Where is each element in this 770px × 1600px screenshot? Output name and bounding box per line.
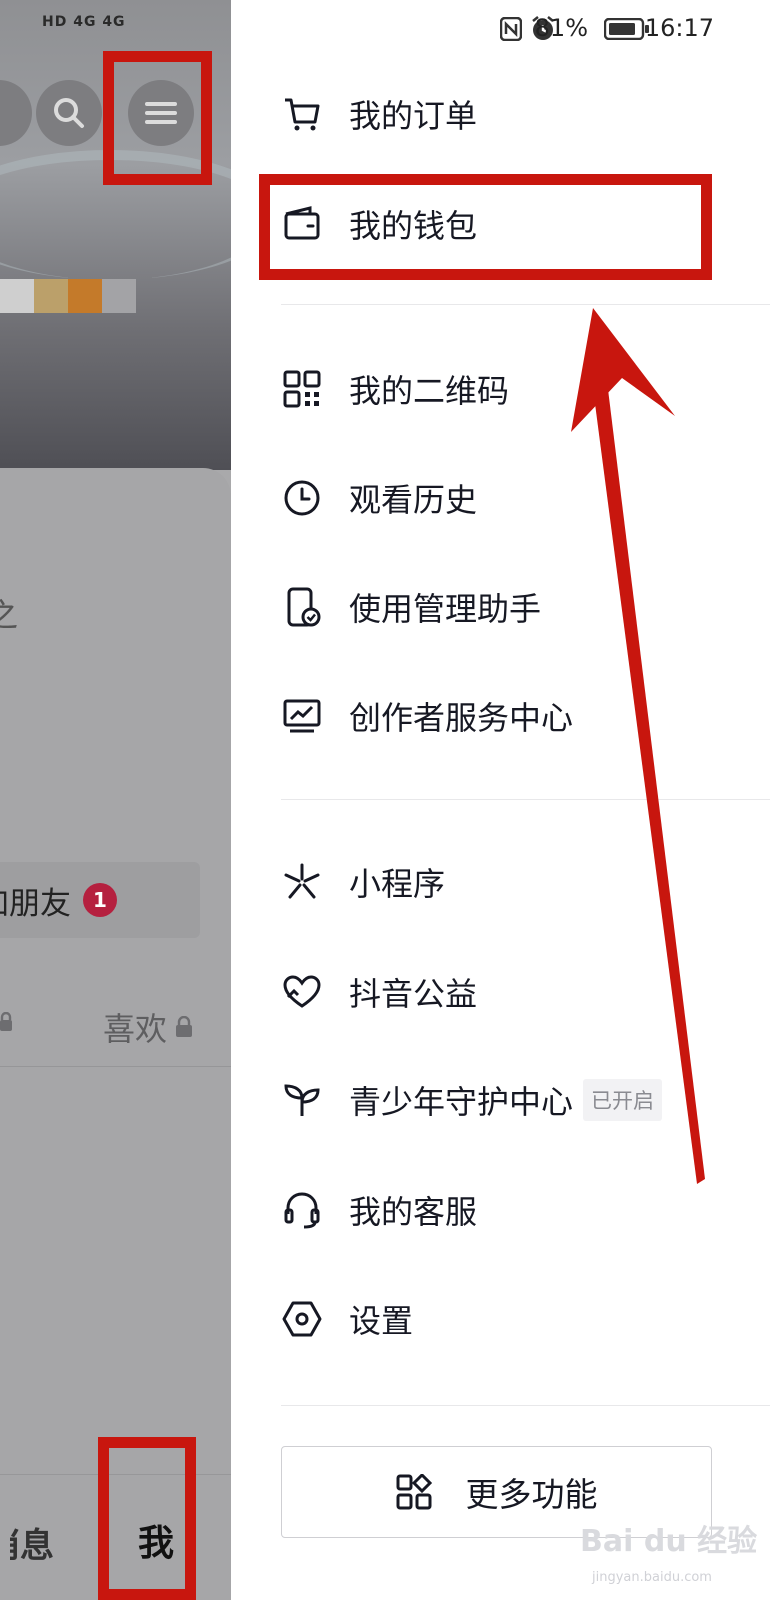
heart-hand-icon — [281, 971, 323, 1013]
annotation-box-menu — [103, 51, 212, 185]
lock-icon — [0, 1012, 14, 1032]
menu-item-label: 观看历史 — [349, 481, 478, 519]
clock-icon — [281, 477, 323, 519]
grid-shapes-icon — [396, 1474, 432, 1510]
menu-item-douyin-charity[interactable]: 抖音公益 — [281, 962, 477, 1022]
menu-item-label: 抖音公益 — [349, 975, 478, 1013]
cover-pixel-block — [34, 279, 68, 313]
menu-divider — [281, 1405, 770, 1406]
menu-item-teen-protection[interactable]: 青少年守护中心 已开启 — [281, 1070, 663, 1130]
sprout-icon — [281, 1079, 323, 1121]
menu-item-settings[interactable]: 设置 — [281, 1289, 413, 1349]
tab-likes[interactable]: 喜欢 — [103, 1004, 193, 1050]
menu-item-customer-service[interactable]: 我的客服 — [281, 1180, 477, 1240]
chart-monitor-icon — [281, 695, 323, 737]
menu-item-label: 设置 — [349, 1302, 414, 1340]
add-friends-button[interactable]: 加朋友 1 — [0, 862, 200, 938]
baidu-watermark-url: jingyan.baidu.com — [592, 1570, 712, 1585]
headset-icon — [281, 1189, 323, 1231]
mini-program-icon — [281, 861, 323, 903]
lock-icon — [175, 1016, 193, 1038]
battery-percent: 81% — [534, 14, 588, 42]
tab-likes-label: 喜欢 — [103, 1010, 168, 1048]
status-bar-left: HD 4G 4G — [42, 14, 126, 30]
menu-item-my-qr-code[interactable]: 我的二维码 — [281, 359, 509, 419]
menu-item-label: 我的二维码 — [349, 372, 510, 410]
status-bar-right: 81% 16:17 — [231, 14, 770, 44]
search-button[interactable] — [36, 80, 102, 146]
profile-background: HD 4G 4G 之 加朋友 1 喜欢 消息 我 — [0, 0, 231, 1600]
cover-pixel-block — [68, 279, 102, 313]
menu-item-label: 小程序 — [349, 865, 446, 903]
clock-time: 16:17 — [644, 14, 714, 42]
menu-item-usage-assistant[interactable]: 使用管理助手 — [281, 577, 541, 637]
menu-item-creator-center[interactable]: 创作者服务中心 — [281, 686, 573, 746]
notification-badge: 1 — [83, 883, 117, 917]
cover-pixel-block — [102, 279, 136, 313]
hexagon-settings-icon — [281, 1298, 323, 1340]
menu-item-label: 创作者服务中心 — [349, 699, 574, 737]
edit-profile-fragment: 之 — [0, 596, 19, 634]
more-features-label: 更多功能 — [465, 1475, 598, 1514]
add-friends-label: 加朋友 — [0, 885, 71, 922]
phone-check-icon — [281, 586, 323, 628]
menu-item-label: 我的客服 — [349, 1193, 478, 1231]
menu-divider — [281, 799, 770, 800]
annotation-box-me — [98, 1437, 196, 1600]
menu-item-watch-history[interactable]: 观看历史 — [281, 468, 477, 528]
battery-icon — [604, 18, 650, 40]
menu-item-mini-programs[interactable]: 小程序 — [281, 852, 445, 912]
qr-code-icon — [281, 368, 323, 410]
menu-item-label: 青少年守护中心 — [349, 1083, 574, 1121]
status-tag-enabled: 已开启 — [583, 1079, 663, 1121]
menu-item-my-orders[interactable]: 我的订单 — [281, 84, 477, 144]
annotation-box-wallet — [259, 174, 712, 280]
cover-pixel-block — [0, 279, 34, 313]
nfc-icon — [500, 17, 522, 41]
tab-divider — [0, 1066, 231, 1067]
cart-icon — [281, 93, 323, 135]
search-icon — [51, 95, 87, 131]
menu-item-label: 使用管理助手 — [349, 590, 542, 628]
menu-item-label: 我的订单 — [349, 97, 478, 135]
menu-divider — [281, 304, 770, 305]
baidu-watermark: Bai du 经验 — [580, 1524, 758, 1559]
